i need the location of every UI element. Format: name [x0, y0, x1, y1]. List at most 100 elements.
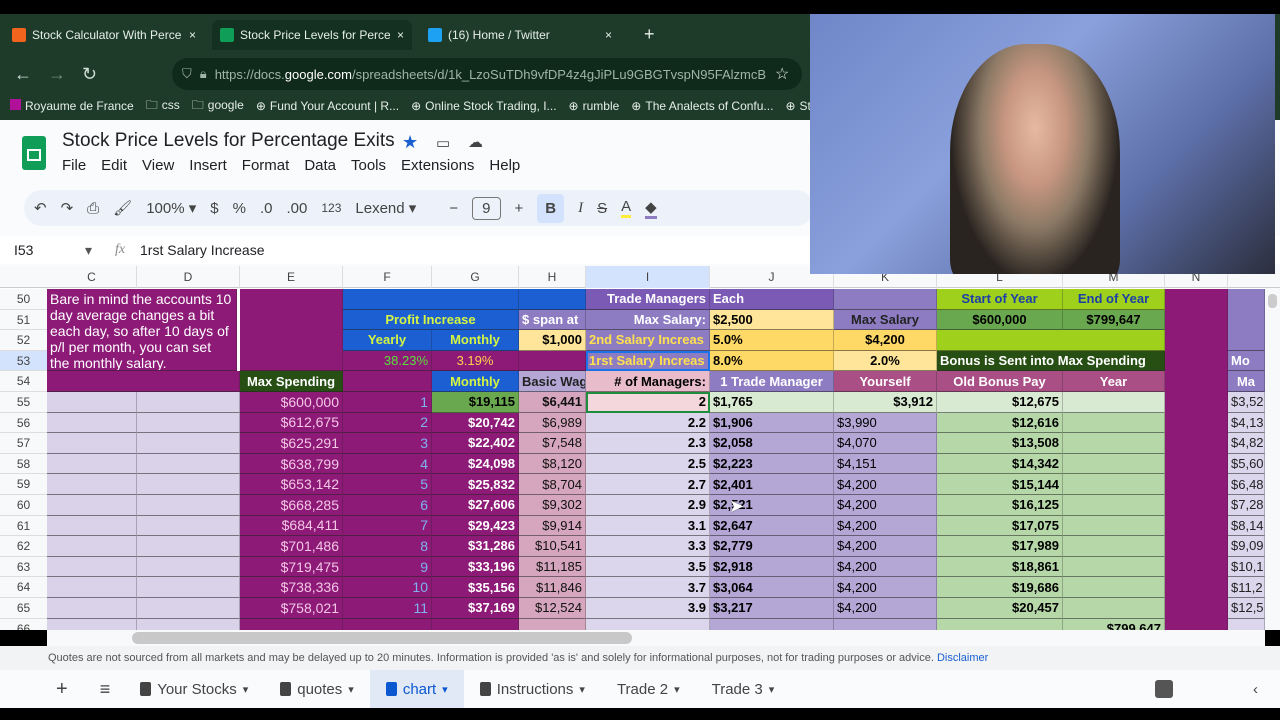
year-cell[interactable] — [1063, 392, 1165, 413]
monthly-profit-cell[interactable]: $19,115 — [432, 392, 519, 413]
year-cell[interactable] — [1063, 453, 1165, 475]
bold-button[interactable]: B — [537, 193, 565, 223]
cell[interactable] — [47, 371, 240, 392]
monthly-profit-cell[interactable]: $25,832 — [432, 474, 519, 495]
column-header-I[interactable]: I — [586, 266, 710, 288]
formula-input[interactable]: 1rst Salary Increase — [140, 242, 265, 258]
trade-manager-pay-cell[interactable]: $1,765 — [710, 392, 834, 413]
monthly-profit-cell[interactable]: $27,606 — [432, 495, 519, 516]
num-managers-cell[interactable]: 2.2 — [586, 412, 710, 434]
new-tab-button[interactable]: + — [644, 24, 655, 45]
max-spending-cell[interactable]: $625,291 — [240, 433, 343, 454]
yourself-pay-cell[interactable]: $3,990 — [834, 412, 937, 434]
cell[interactable] — [47, 392, 137, 413]
overflow-cell[interactable]: $5,60 — [1228, 453, 1265, 475]
fill-color-icon[interactable]: ◆ — [645, 198, 657, 219]
span-at-label[interactable]: $ span at — [519, 309, 586, 331]
sheet-tab-trade-2[interactable]: Trade 2 ▾ — [601, 670, 696, 708]
max-spending-cell[interactable]: $738,336 — [240, 577, 343, 598]
cell[interactable] — [47, 577, 137, 598]
yourself-pay-cell[interactable]: $4,200 — [834, 474, 937, 495]
cell[interactable] — [343, 371, 432, 392]
chevron-down-icon[interactable]: ▾ — [348, 683, 354, 696]
basic-wage-cell[interactable]: $9,914 — [519, 515, 586, 537]
basic-wage-cell[interactable]: $10,541 — [519, 536, 586, 557]
close-tab-icon[interactable]: × — [397, 28, 404, 42]
num-managers-cell[interactable]: 2.3 — [586, 433, 710, 454]
monthly-profit-cell[interactable]: $37,169 — [432, 598, 519, 619]
overflow-cell[interactable]: $10,1 — [1228, 556, 1265, 578]
trade-manager-pay-cell[interactable]: $3,217 — [710, 598, 834, 619]
yearly-percent[interactable]: 38.23% — [343, 350, 432, 372]
profit-month-index[interactable]: 10 — [343, 577, 432, 598]
overflow-cell[interactable] — [1228, 618, 1265, 630]
monthly-profit-cell[interactable]: $20,742 — [432, 412, 519, 434]
cell[interactable] — [47, 412, 137, 434]
year-cell[interactable] — [1063, 515, 1165, 537]
overflow-cell[interactable]: $4,82 — [1228, 433, 1265, 454]
profit-month-index[interactable]: 3 — [343, 433, 432, 454]
overflow-cell[interactable]: $3,52 — [1228, 392, 1265, 413]
cell[interactable] — [519, 350, 586, 372]
year-header[interactable]: Year — [1063, 371, 1165, 392]
row-header[interactable]: 66 — [0, 618, 47, 630]
bookmark-item[interactable]: ⊕ rumble — [569, 99, 620, 113]
trade-manager-pay-cell[interactable]: $3,064 — [710, 577, 834, 598]
bookmark-item[interactable]: 🗀 css — [146, 96, 180, 117]
profit-month-index[interactable]: 4 — [343, 453, 432, 475]
row-header[interactable]: 65 — [0, 598, 47, 619]
chevron-down-icon[interactable]: ▾ — [243, 683, 249, 696]
cell[interactable] — [240, 289, 343, 372]
max-spending-cell[interactable]: $719,475 — [240, 556, 343, 578]
add-sheet-button[interactable]: + — [0, 678, 86, 701]
cell[interactable] — [47, 474, 137, 495]
basic-wage-cell[interactable]: $6,989 — [519, 412, 586, 434]
cloud-saved-icon[interactable]: ☁ — [468, 133, 483, 151]
decrease-font-size-button[interactable]: − — [449, 200, 458, 217]
menu-help[interactable]: Help — [489, 157, 520, 174]
trade-manager-pay-cell[interactable]: $2,223 — [710, 453, 834, 475]
old-bonus-pay-cell[interactable] — [937, 618, 1063, 630]
explore-icon[interactable] — [1155, 680, 1173, 698]
column-header-G[interactable]: G — [432, 266, 519, 288]
bonus-note[interactable]: Bonus is Sent into Max Spending — [937, 350, 1165, 372]
cell[interactable]: Mo — [1228, 350, 1265, 372]
sheet-tab-trade-3[interactable]: Trade 3 ▾ — [696, 670, 791, 708]
row-header[interactable]: 57 — [0, 433, 47, 454]
monthly-header[interactable]: Monthly — [432, 330, 519, 351]
menu-tools[interactable]: Tools — [351, 157, 386, 174]
cell[interactable] — [137, 453, 240, 475]
old-bonus-pay-cell[interactable]: $14,342 — [937, 453, 1063, 475]
max-spending-cell[interactable]: $758,021 — [240, 598, 343, 619]
first-salary-increase-input[interactable]: 8.0% — [710, 350, 834, 372]
redo-icon[interactable]: ↷ — [61, 199, 74, 217]
vertical-scrollbar[interactable] — [1265, 288, 1280, 630]
cell[interactable] — [137, 598, 240, 619]
old-bonus-pay-cell[interactable]: $17,989 — [937, 536, 1063, 557]
dropdown-icon[interactable]: ▾ — [85, 242, 115, 259]
menu-edit[interactable]: Edit — [101, 157, 127, 174]
menu-format[interactable]: Format — [242, 157, 290, 174]
collapse-side-panel-icon[interactable]: ‹ — [1253, 681, 1258, 698]
text-color-button[interactable]: A — [621, 198, 632, 218]
old-bonus-pay-cell[interactable]: $20,457 — [937, 598, 1063, 619]
year-cell[interactable] — [1063, 556, 1165, 578]
column-header-C[interactable]: C — [47, 266, 137, 288]
basic-wage-cell[interactable]: $9,302 — [519, 495, 586, 516]
max-salary-value[interactable]: $4,200 — [834, 330, 937, 351]
yourself-pay-cell[interactable]: $4,200 — [834, 536, 937, 557]
decrease-decimal-button[interactable]: .0 — [260, 200, 273, 217]
basic-wage-header[interactable]: Basic Wag — [519, 371, 586, 392]
note-text[interactable]: Bare in mind the accounts 10 day average… — [47, 289, 237, 372]
num-managers-cell[interactable]: 3.3 — [586, 536, 710, 557]
cell[interactable] — [47, 618, 137, 630]
star-icon[interactable]: ★ — [402, 132, 418, 153]
max-spending-cell[interactable]: $638,799 — [240, 453, 343, 475]
first-salary-increase-label[interactable]: 1rst Salary Increas — [586, 350, 710, 372]
cell[interactable] — [137, 392, 240, 413]
max-spending-cell[interactable]: $684,411 — [240, 515, 343, 537]
bookmark-item[interactable]: Royaume de France — [10, 99, 134, 113]
max-spending-cell[interactable]: $600,000 — [240, 392, 343, 413]
cell[interactable] — [47, 515, 137, 537]
zoom-select[interactable]: 100% ▾ — [146, 199, 196, 217]
